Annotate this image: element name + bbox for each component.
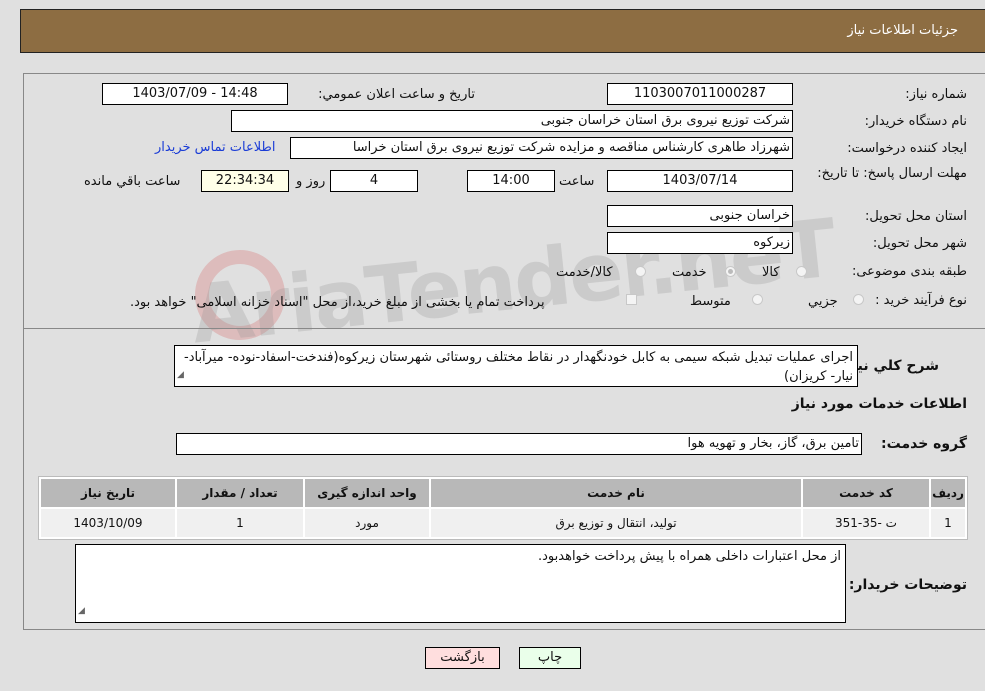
buyer-notes-text: از محل اعتبارات داخلی همراه با پیش پرداخ… [538,549,841,564]
treasury-checkbox[interactable] [626,294,637,305]
treasury-note: پرداخت تمام یا بخشی از مبلغ خرید،از محل … [130,295,545,310]
buyer-contact-link[interactable]: اطلاعات تماس خریدار [155,140,275,155]
category-radio-goods-service[interactable] [635,266,646,277]
buyer-org-label: نام دستگاه خریدار: [864,114,967,129]
category-radio-service[interactable] [725,266,736,277]
resize-grip-icon[interactable]: ◢ [78,602,85,621]
announce-datetime-field[interactable]: 1403/07/09 - 14:48 [102,83,288,105]
remaining-days-field[interactable]: 4 [330,170,418,192]
col-unit: واحد اندازه گیری [305,479,429,507]
page-title: جزئیات اطلاعات نیاز [847,23,958,38]
process-option-medium: متوسط [690,294,731,309]
table-row: 1 ت -35-351 تولید، انتقال و توزیع برق مو… [41,509,965,537]
creator-label: ایجاد کننده درخواست: [847,141,967,156]
page-header: جزئیات اطلاعات نیاز [20,9,985,53]
province-field[interactable]: خراسان جنوبی [607,205,793,227]
creator-field[interactable]: شهرزاد طاهری کارشناس مناقصه و مزایده شرک… [290,137,793,159]
back-button[interactable]: بازگشت [425,647,500,669]
print-button[interactable]: چاپ [519,647,581,669]
col-need-date: تاریخ نیاز [41,479,175,507]
province-label: استان محل تحویل: [865,209,967,224]
col-quantity: تعداد / مقدار [177,479,303,507]
buyer-notes-label: توضیحات خریدار: [848,577,967,593]
city-field[interactable]: زیرکوه [607,232,793,254]
remaining-time-field: 22:34:34 [201,170,289,192]
service-group-field[interactable]: تامین برق، گاز، بخار و تهویه هوا [176,433,862,455]
announce-label: تاریخ و ساعت اعلان عمومي: [318,87,475,102]
category-option-goods: کالا [762,265,780,280]
buyer-org-field[interactable]: شرکت توزیع نیروی برق استان خراسان جنوبی [231,110,793,132]
service-group-label: گروه خدمت: [881,436,967,452]
category-option-goods-service: کالا/خدمت [556,265,613,280]
cell-quantity: 1 [177,509,303,537]
days-label: روز و [296,174,326,189]
cell-unit: مورد [305,509,429,537]
cell-need-date: 1403/10/09 [41,509,175,537]
need-number-label: شماره نیاز: [905,87,967,102]
category-radio-goods[interactable] [796,266,807,277]
process-option-minor: جزيي [808,294,838,309]
process-label: نوع فرآیند خرید : [875,293,967,308]
deadline-time-label: ساعت [559,174,595,189]
category-option-service: خدمت [672,265,707,280]
cell-service-code: ت -35-351 [803,509,929,537]
remaining-label: ساعت باقي مانده [84,174,181,189]
services-heading: اطلاعات خدمات مورد نیاز [791,396,967,412]
services-table: ردیف کد خدمت نام خدمت واحد اندازه گیری ت… [38,476,968,540]
resize-grip-icon[interactable]: ◢ [177,366,184,385]
deadline-date-field[interactable]: 1403/07/14 [607,170,793,192]
cell-service-name: تولید، انتقال و توزیع برق [431,509,801,537]
process-radio-medium[interactable] [752,294,763,305]
deadline-label: مهلت ارسال پاسخ: تا تاریخ: [817,166,967,181]
cell-row-number: 1 [931,509,965,537]
process-radio-minor[interactable] [853,294,864,305]
city-label: شهر محل تحویل: [872,236,967,251]
col-row-number: ردیف [931,479,965,507]
description-textarea[interactable]: اجرای عملیات تبدیل شبکه سیمی به کابل خود… [174,345,858,387]
description-text: اجرای عملیات تبدیل شبکه سیمی به کابل خود… [184,350,853,384]
buyer-notes-textarea[interactable]: از محل اعتبارات داخلی همراه با پیش پرداخ… [75,544,846,623]
col-service-code: کد خدمت [803,479,929,507]
table-header-row: ردیف کد خدمت نام خدمت واحد اندازه گیری ت… [41,479,965,507]
deadline-time-field[interactable]: 14:00 [467,170,555,192]
col-service-name: نام خدمت [431,479,801,507]
need-number-field[interactable]: 1103007011000287 [607,83,793,105]
category-label: طبقه بندی موضوعی: [851,264,967,279]
